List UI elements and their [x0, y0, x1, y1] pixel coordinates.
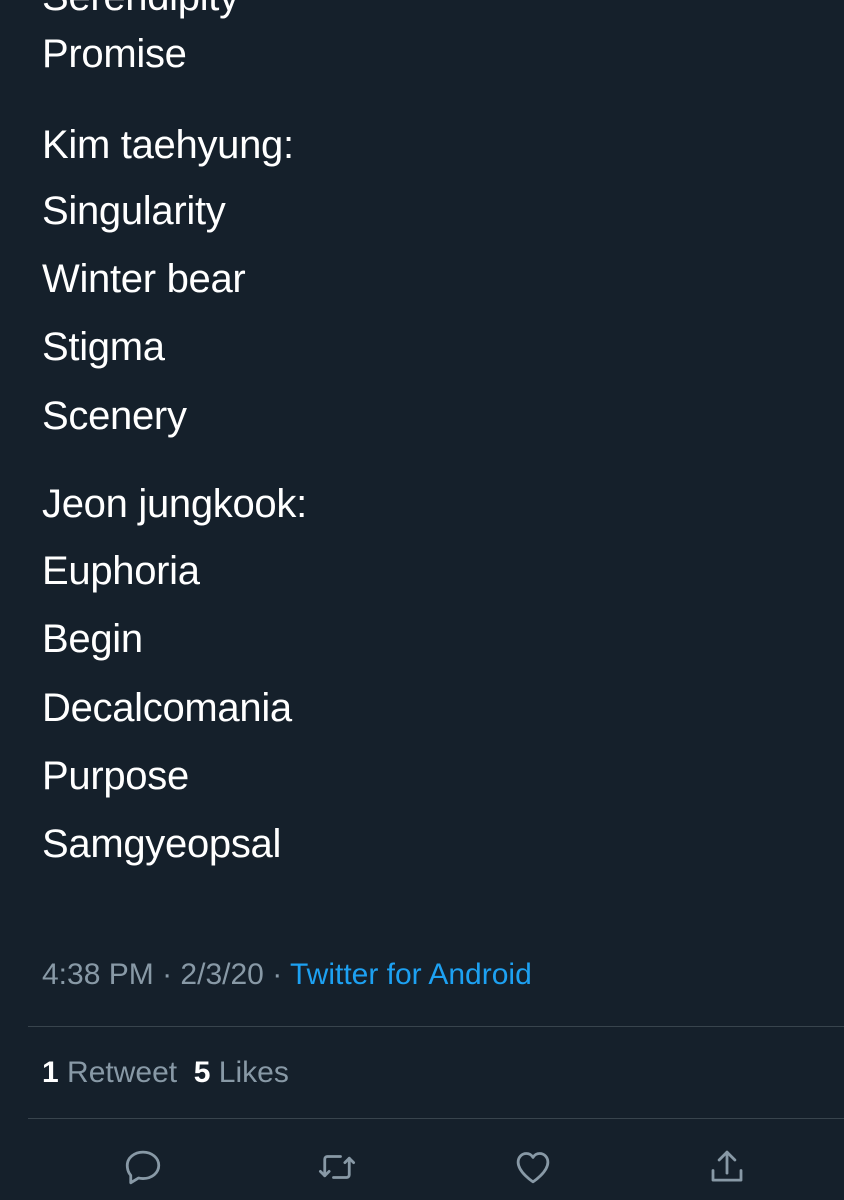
action-bar [0, 1138, 844, 1194]
tweet-line-heading: Kim taehyung: [42, 123, 294, 167]
tweet-line: Purpose [42, 754, 189, 798]
tweet-line: Scenery [42, 394, 187, 438]
tweet-line-cut-off: Serendipity [42, 0, 239, 22]
tweet-date: 2/3/20 [180, 958, 264, 991]
meta-separator: · [162, 958, 173, 991]
tweet-line: Stigma [42, 325, 165, 369]
share-icon [711, 1150, 743, 1182]
retweets-stat[interactable]: 1 Retweet [42, 1056, 177, 1089]
divider [28, 1026, 844, 1027]
retweet-button[interactable] [314, 1144, 360, 1190]
likes-label: Likes [218, 1056, 289, 1089]
reply-button[interactable] [120, 1144, 166, 1190]
tweet-line: Samgyeopsal [42, 822, 282, 866]
meta-separator: · [272, 958, 283, 991]
tweet-meta: 4:38 PM · 2/3/20 · Twitter for Android [42, 952, 532, 998]
tweet-line: Winter bear [42, 257, 246, 301]
share-button[interactable] [704, 1144, 750, 1190]
tweet-time: 4:38 PM [42, 958, 154, 991]
tweet-stats: 1 Retweet 5 Likes [42, 1050, 289, 1096]
tweet-line: Decalcomania [42, 686, 292, 730]
retweet-icon [318, 1155, 356, 1179]
tweet-line-heading: Jeon jungkook: [42, 482, 307, 526]
retweets-label: Retweet [67, 1056, 178, 1089]
like-icon [516, 1152, 550, 1184]
tweet-source-link[interactable]: Twitter for Android [290, 958, 532, 991]
divider [28, 1118, 844, 1119]
tweet-line: Singularity [42, 189, 226, 233]
like-button[interactable] [510, 1144, 556, 1190]
tweet-line: Begin [42, 617, 143, 661]
tweet-line: Euphoria [42, 549, 200, 593]
tweet-line: Promise [42, 32, 187, 76]
likes-count: 5 [193, 1056, 211, 1089]
reply-icon [125, 1150, 161, 1185]
retweets-count: 1 [42, 1056, 59, 1089]
likes-stat[interactable]: 5 Likes [194, 1056, 289, 1089]
